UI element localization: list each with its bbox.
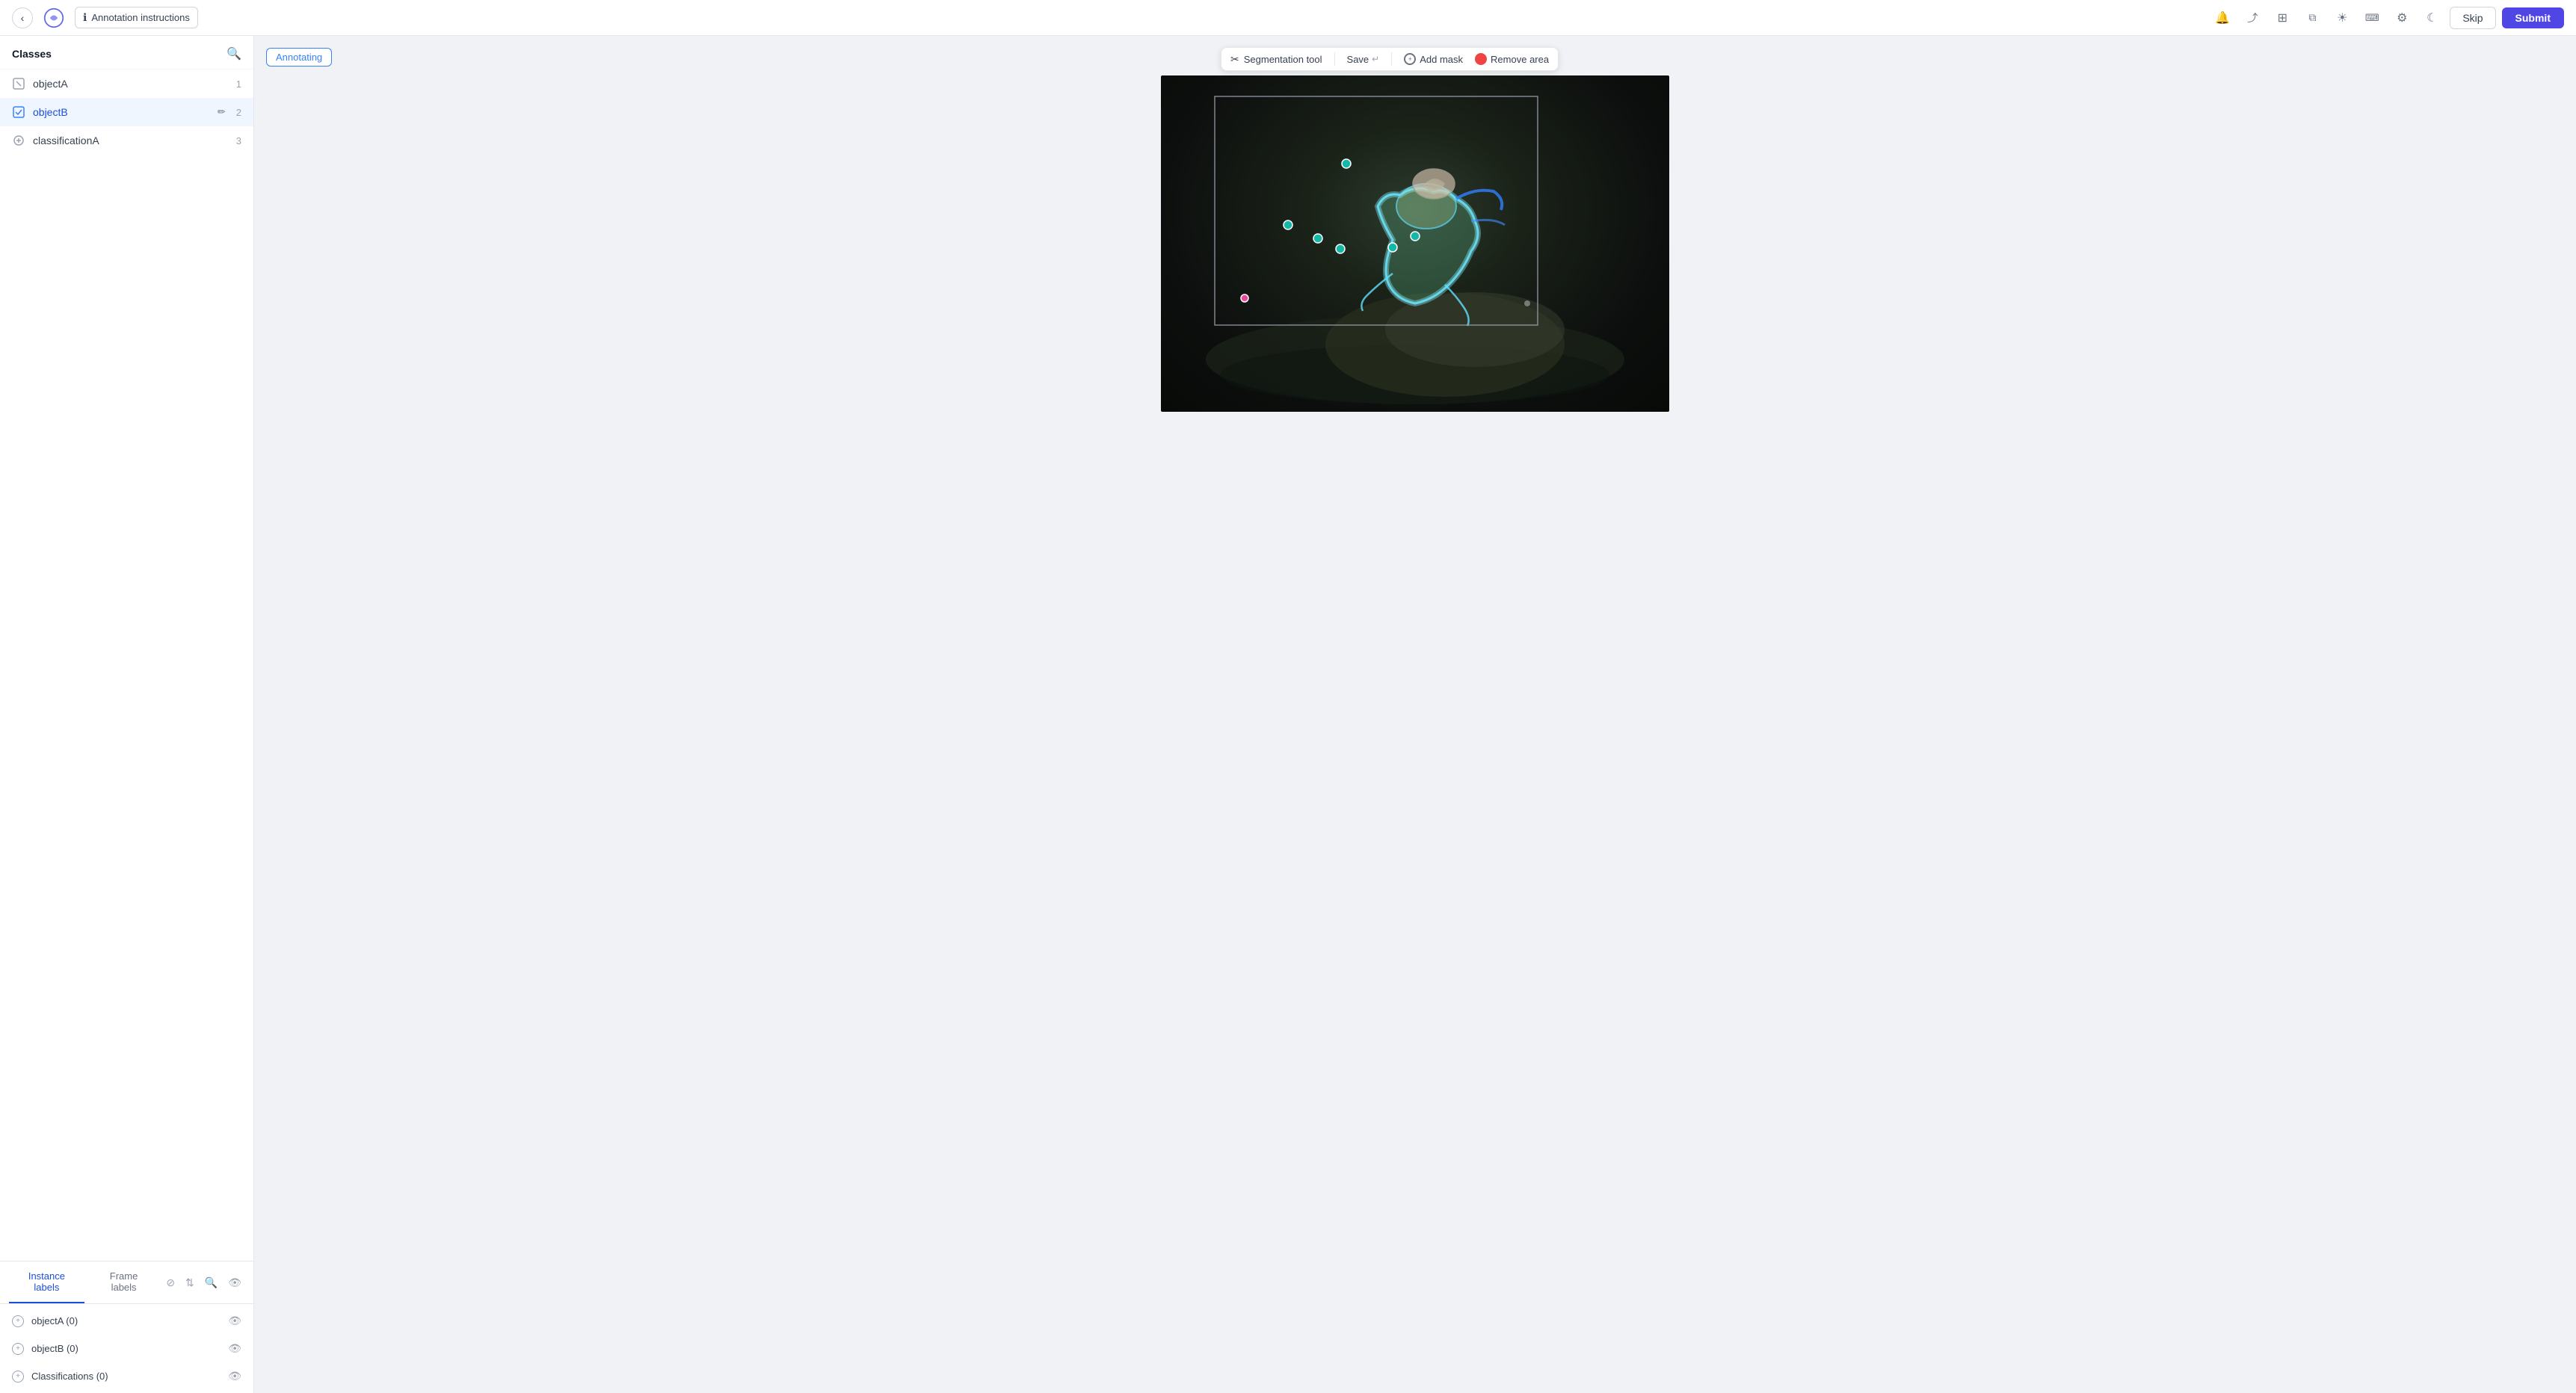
info-icon: ℹ [83, 11, 87, 24]
share-icon: ⤴ [2247, 10, 2258, 25]
add-mask-circle-icon: + [1404, 53, 1416, 65]
classes-header: Classes 🔍 [0, 36, 253, 70]
gear-icon-button[interactable]: ⚙ [2390, 6, 2414, 30]
main: Classes 🔍 objectA 1 objectB ✏ 2 [0, 36, 2576, 1393]
save-label: Save [1347, 54, 1369, 65]
sun-icon: ☀ [2337, 10, 2347, 25]
layers-icon: ⧉ [2308, 11, 2316, 24]
gear-icon: ⚙ [2397, 10, 2407, 25]
scissor-icon: ✂ [1230, 53, 1239, 66]
image-container: ✂ Segmentation tool Save ↵ + Add mask Re… [1161, 75, 1669, 412]
instance-list: + objectA (0) 👁 + objectB (0) 👁 + Classi… [0, 1304, 253, 1393]
tab-frame-labels[interactable]: Frame labels [90, 1261, 157, 1303]
tab-instance-labels[interactable]: Instance labels [9, 1261, 84, 1303]
logo-icon [42, 6, 66, 30]
header-left: ‹ ℹ Annotation instructions [12, 6, 198, 30]
add-icon-objectB: + [12, 1343, 24, 1355]
visibility-toggle-button[interactable]: 👁 [225, 1273, 244, 1292]
keyboard-icon: ⌨ [2365, 12, 2379, 24]
instance-item-objectA0[interactable]: + objectA (0) 👁 [0, 1307, 253, 1335]
sort-icon-button[interactable]: ⇅ [182, 1273, 197, 1292]
class-icon-classificationA [12, 134, 25, 147]
edit-icon: ✏ [218, 106, 226, 118]
header: ‹ ℹ Annotation instructions 🔔 ⤴ ⊞ ⧉ ☀ [0, 0, 2576, 36]
instance-search-button[interactable]: 🔍 [202, 1273, 221, 1292]
classes-title: Classes [12, 48, 52, 60]
instance-name-objectA0: objectA (0) [31, 1315, 221, 1326]
eye-icon-objectA0: 👁 [228, 1315, 241, 1326]
instance-name-objectB0: objectB (0) [31, 1343, 221, 1354]
class-count-classificationA: 3 [236, 135, 241, 146]
instance-section: Instance labels Frame labels ⊘ ⇅ 🔍 👁 [0, 1261, 253, 1393]
eye-icon-objectB0: 👁 [228, 1342, 241, 1354]
header-right: 🔔 ⤴ ⊞ ⧉ ☀ ⌨ ⚙ ☾ Skip Submit [2210, 6, 2564, 30]
filter-icon-button[interactable]: ⊘ [163, 1273, 178, 1292]
sidebar: Classes 🔍 objectA 1 objectB ✏ 2 [0, 36, 254, 1393]
segmentation-toolbar: ✂ Segmentation tool Save ↵ + Add mask Re… [1221, 47, 1559, 71]
layers-icon-button[interactable]: ⧉ [2300, 6, 2324, 30]
instance-name-classifications0: Classifications (0) [31, 1371, 221, 1382]
toolbar-divider-2 [1391, 52, 1392, 66]
moon-icon-button[interactable]: ☾ [2420, 6, 2444, 30]
save-shortcut: ↵ [1372, 54, 1379, 64]
visibility-classifications0[interactable]: 👁 [228, 1370, 241, 1383]
eye-icon-classifications0: 👁 [228, 1370, 241, 1382]
add-icon-objectA: + [12, 1315, 24, 1327]
remove-area-circle-icon [1475, 53, 1487, 65]
annotation-instructions-label: Annotation instructions [91, 12, 190, 23]
class-item-classificationA[interactable]: classificationA 3 [0, 126, 253, 155]
tab-icons: ⊘ ⇅ 🔍 👁 [163, 1273, 244, 1292]
class-count-objectA: 1 [236, 78, 241, 90]
filter-icon: ⊘ [166, 1276, 175, 1288]
add-mask-button[interactable]: + Add mask [1404, 53, 1463, 65]
visibility-objectB0[interactable]: 👁 [228, 1342, 241, 1355]
settings-sun-icon-button[interactable]: ☀ [2330, 6, 2354, 30]
grid-icon: ⊞ [2278, 10, 2287, 25]
instance-search-icon: 🔍 [205, 1276, 218, 1288]
segmentation-tool-label: ✂ Segmentation tool [1230, 53, 1322, 66]
share-icon-button[interactable]: ⤴ [2240, 6, 2264, 30]
class-item-objectB[interactable]: objectB ✏ 2 [0, 98, 253, 126]
keyboard-icon-button[interactable]: ⌨ [2360, 6, 2384, 30]
eye-icon: 👁 [228, 1276, 241, 1288]
class-name-classificationA: classificationA [33, 135, 229, 146]
class-count-objectB: 2 [236, 107, 241, 118]
save-button-canvas[interactable]: Save ↵ [1347, 54, 1380, 65]
annotating-badge: Annotating [266, 48, 332, 67]
submit-button[interactable]: Submit [2502, 7, 2564, 28]
sort-icon: ⇅ [185, 1276, 194, 1288]
background [1161, 75, 1669, 412]
instance-item-classifications0[interactable]: + Classifications (0) 👁 [0, 1362, 253, 1390]
add-mask-label: Add mask [1420, 54, 1463, 65]
skip-button[interactable]: Skip [2450, 7, 2495, 29]
annotation-instructions-button[interactable]: ℹ Annotation instructions [75, 7, 198, 28]
remove-area-button[interactable]: Remove area [1475, 53, 1549, 65]
class-item-objectA[interactable]: objectA 1 [0, 70, 253, 98]
class-name-objectB: objectB [33, 106, 210, 118]
annotation-image[interactable] [1161, 75, 1669, 412]
bell-icon: 🔔 [2215, 10, 2230, 25]
back-button[interactable]: ‹ [12, 7, 33, 28]
segmentation-tool-text: Segmentation tool [1244, 54, 1322, 65]
class-name-objectA: objectA [33, 78, 229, 90]
visibility-objectA0[interactable]: 👁 [228, 1315, 241, 1327]
canvas-area: Annotating ✂ Segmentation tool Save ↵ + … [254, 36, 2576, 1393]
bell-icon-button[interactable]: 🔔 [2210, 6, 2234, 30]
grid-icon-button[interactable]: ⊞ [2270, 6, 2294, 30]
instance-tabs: Instance labels Frame labels ⊘ ⇅ 🔍 👁 [0, 1261, 253, 1304]
instance-item-objectB0[interactable]: + objectB (0) 👁 [0, 1335, 253, 1362]
toolbar-divider [1334, 52, 1335, 66]
remove-area-label: Remove area [1491, 54, 1549, 65]
class-icon-objectA [12, 77, 25, 90]
add-icon-classifications: + [12, 1371, 24, 1383]
moon-icon: ☾ [2426, 10, 2437, 25]
class-icon-objectB [12, 105, 25, 119]
search-icon: 🔍 [227, 48, 241, 61]
classes-search-button[interactable]: 🔍 [227, 46, 241, 61]
class-list: objectA 1 objectB ✏ 2 classificationA 3 [0, 70, 253, 155]
